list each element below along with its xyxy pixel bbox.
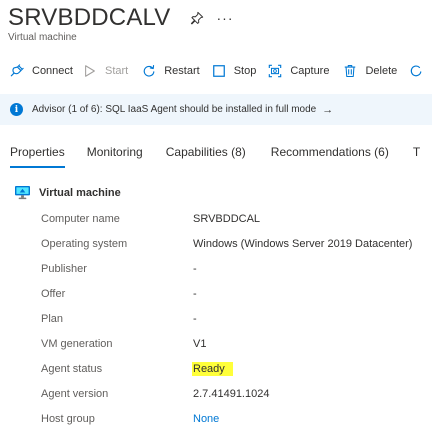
property-value: 2.7.41491.1024 <box>193 387 270 400</box>
tab-properties[interactable]: Properties <box>10 136 65 168</box>
property-row-host-group: Host group None <box>41 406 431 431</box>
page-title: SRVBDDCALV <box>8 4 171 31</box>
virtual-machine-icon <box>15 185 30 200</box>
restart-button[interactable]: Restart <box>128 58 200 84</box>
host-group-link[interactable]: None <box>193 413 219 425</box>
connect-label: Connect <box>32 65 73 77</box>
connect-button[interactable]: Connect <box>0 58 73 84</box>
trash-icon <box>345 65 356 78</box>
tab-monitoring[interactable]: Monitoring <box>87 136 143 168</box>
restart-label: Restart <box>164 65 200 77</box>
page-subtitle: Virtual machine <box>8 32 77 43</box>
arrow-right-icon[interactable]: → <box>322 104 333 116</box>
property-key: Agent status <box>41 362 103 375</box>
agent-status-value: Ready <box>192 361 233 376</box>
stop-label: Stop <box>233 65 257 77</box>
tab-bar: Properties Monitoring Capabilities (8) R… <box>0 136 432 168</box>
section-header: Virtual machine <box>14 185 121 200</box>
plug-icon <box>10 64 24 77</box>
property-row-offer: Offer - <box>41 281 431 306</box>
pin-icon[interactable] <box>189 10 205 26</box>
restart-icon <box>143 65 155 77</box>
property-key: Operating system <box>41 237 128 250</box>
play-icon <box>85 65 95 77</box>
tab-capabilities[interactable]: Capabilities (8) <box>166 136 246 168</box>
property-row-plan: Plan - <box>41 306 431 331</box>
capture-icon <box>269 64 282 78</box>
header: SRVBDDCALV ··· <box>8 2 234 34</box>
property-value: - <box>193 287 197 300</box>
property-row-publisher: Publisher - <box>41 256 431 281</box>
property-value: - <box>193 262 197 275</box>
property-row-agent-version: Agent version 2.7.41491.1024 <box>41 381 431 406</box>
section-title: Virtual machine <box>39 186 121 199</box>
refresh-icon <box>411 65 422 77</box>
delete-button[interactable]: Delete <box>329 58 397 84</box>
property-key: VM generation <box>41 337 113 350</box>
property-value: Windows (Windows Server 2019 Datacenter) <box>193 237 413 250</box>
property-value: V1 <box>193 337 207 350</box>
command-bar: Connect Start Restart Stop Capture Delet… <box>0 58 432 84</box>
stop-icon <box>212 65 225 77</box>
property-key: Plan <box>41 312 64 325</box>
tab-overflow[interactable]: T <box>413 136 420 168</box>
property-row-computer-name: Computer name SRVBDDCAL <box>41 206 431 231</box>
advisor-banner[interactable]: i Advisor (1 of 6): SQL IaaS Agent shoul… <box>0 94 432 125</box>
property-key: Computer name <box>41 212 120 225</box>
property-key: Agent version <box>41 387 109 400</box>
tab-recommendations[interactable]: Recommendations (6) <box>271 136 389 168</box>
property-value: - <box>193 312 197 325</box>
property-value: SRVBDDCAL <box>193 212 261 225</box>
property-row-vm-generation: VM generation V1 <box>41 331 431 356</box>
start-button[interactable]: Start <box>73 58 128 84</box>
stop-button[interactable]: Stop <box>200 58 257 84</box>
more-options-icon[interactable]: ··· <box>217 10 234 26</box>
advisor-text: Advisor (1 of 6): SQL IaaS Agent should … <box>32 104 317 115</box>
capture-label: Capture <box>290 65 330 77</box>
property-key: Offer <box>41 287 66 300</box>
property-key: Publisher <box>41 262 87 275</box>
property-key: Host group <box>41 412 95 425</box>
start-label: Start <box>104 65 129 77</box>
delete-label: Delete <box>365 65 398 77</box>
capture-button[interactable]: Capture <box>256 58 329 84</box>
refresh-button[interactable] <box>397 58 423 84</box>
property-row-operating-system: Operating system Windows (Windows Server… <box>41 231 431 256</box>
properties-list: Computer name SRVBDDCAL Operating system… <box>41 206 431 431</box>
property-row-agent-status: Agent status Ready <box>41 356 431 381</box>
info-icon: i <box>10 103 23 116</box>
